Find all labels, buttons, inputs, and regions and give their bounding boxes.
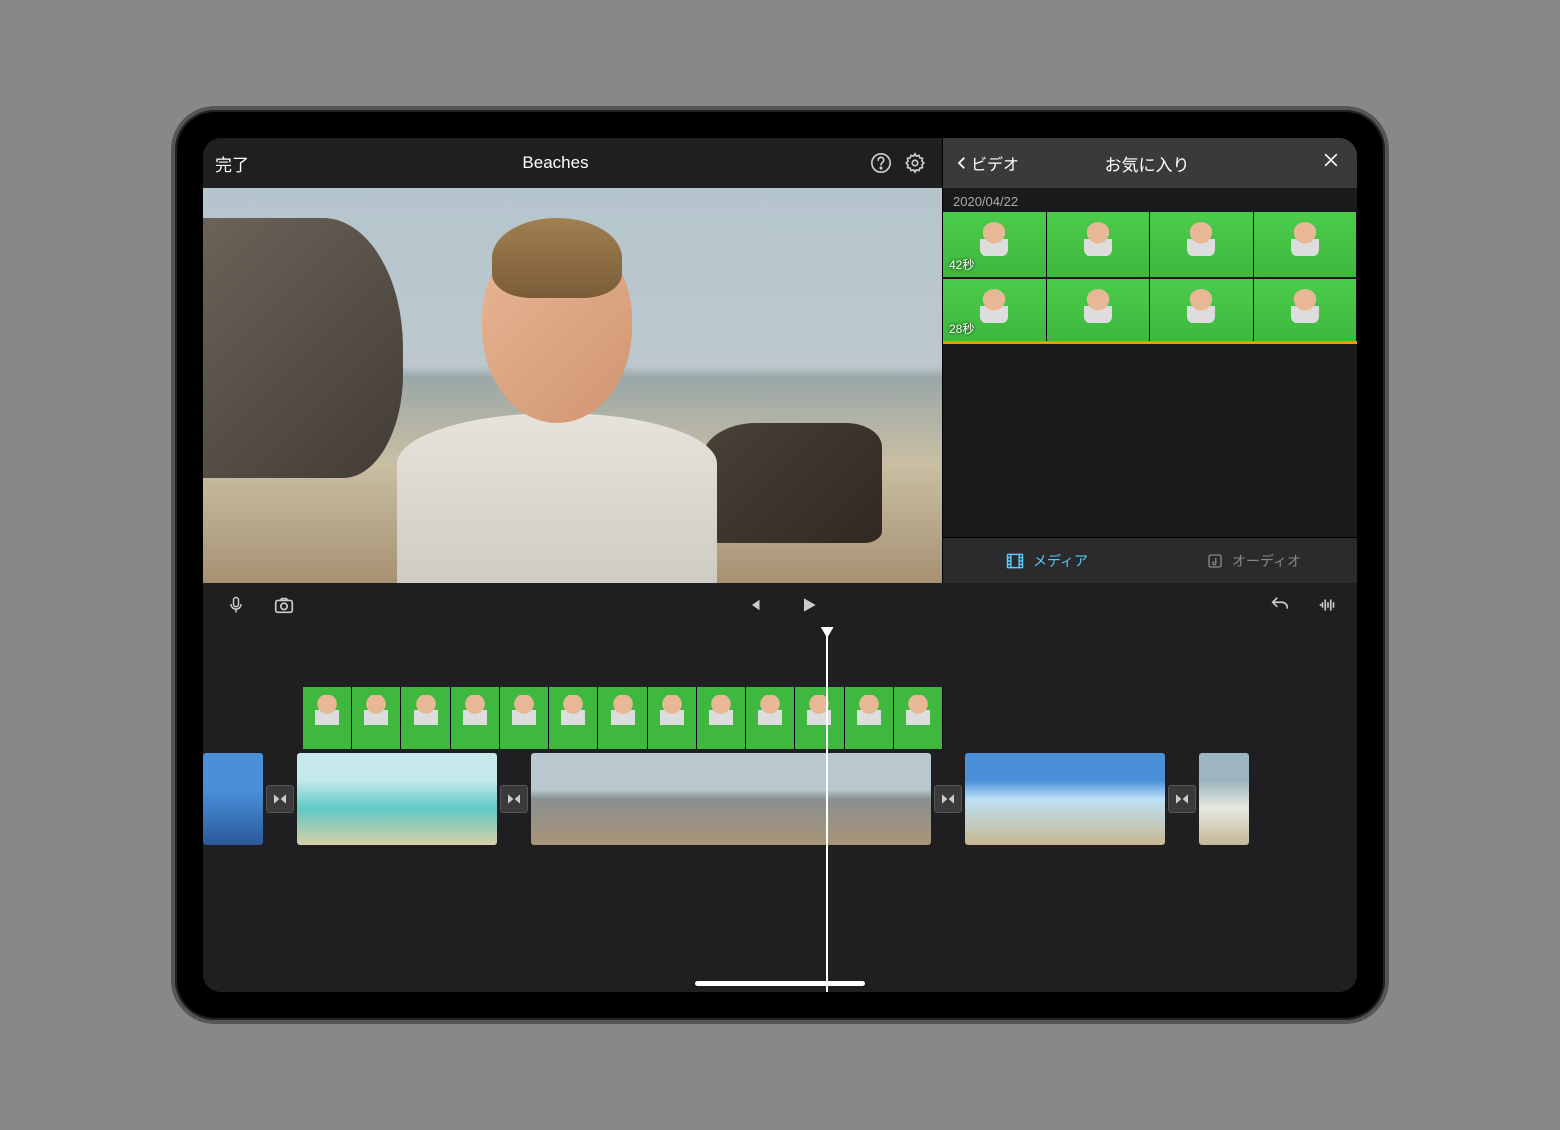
main-video-track[interactable] xyxy=(203,753,1357,845)
music-icon xyxy=(1206,552,1224,570)
media-clip[interactable]: 42秒 xyxy=(943,212,1357,277)
help-icon[interactable] xyxy=(866,148,896,178)
preview-header: 完了 Beaches xyxy=(203,138,942,188)
preview-scenery xyxy=(702,423,882,543)
media-browser: ビデオ お気に入り 2020/04/22 42秒 28秒 xyxy=(942,138,1357,583)
app-screen: 完了 Beaches xyxy=(203,138,1357,992)
timeline-clip[interactable] xyxy=(531,753,931,845)
camera-icon[interactable] xyxy=(269,590,299,620)
timeline-clip[interactable] xyxy=(1199,753,1249,845)
overlay-track[interactable] xyxy=(303,687,943,749)
media-browser-header: ビデオ お気に入り xyxy=(943,138,1357,188)
close-icon[interactable] xyxy=(1315,150,1347,176)
project-title: Beaches xyxy=(249,153,862,173)
transition-icon[interactable] xyxy=(1168,785,1196,813)
transition-icon[interactable] xyxy=(934,785,962,813)
microphone-icon[interactable] xyxy=(221,590,251,620)
tab-audio[interactable]: オーディオ xyxy=(1150,538,1357,583)
tab-media-label: メディア xyxy=(1033,551,1088,571)
preview-scenery xyxy=(203,218,403,478)
media-tabs: メディア オーディオ xyxy=(943,537,1357,583)
tab-audio-label: オーディオ xyxy=(1232,551,1301,571)
preview-subject xyxy=(397,233,717,583)
timeline[interactable] xyxy=(203,627,1357,992)
tab-media[interactable]: メディア xyxy=(943,538,1150,583)
preview-pane: 完了 Beaches xyxy=(203,138,942,583)
media-clip[interactable]: 28秒 xyxy=(943,279,1357,344)
video-preview[interactable] xyxy=(203,188,942,583)
media-browser-title: お気に入り xyxy=(979,151,1315,176)
timeline-clip[interactable] xyxy=(297,753,497,845)
home-indicator[interactable] xyxy=(695,981,865,986)
skip-back-icon[interactable] xyxy=(740,590,770,620)
media-clip-list: 2020/04/22 42秒 28秒 xyxy=(943,188,1357,537)
ipad-device-frame: 完了 Beaches xyxy=(175,110,1385,1020)
timeline-clip[interactable] xyxy=(965,753,1165,845)
clip-duration: 42秒 xyxy=(949,256,974,273)
undo-icon[interactable] xyxy=(1265,590,1295,620)
gear-icon[interactable] xyxy=(900,148,930,178)
done-button[interactable]: 完了 xyxy=(215,151,249,176)
transition-icon[interactable] xyxy=(266,785,294,813)
timeline-toolbar xyxy=(203,583,1357,627)
transition-icon[interactable] xyxy=(500,785,528,813)
waveform-icon[interactable] xyxy=(1313,590,1343,620)
clip-date-label: 2020/04/22 xyxy=(943,188,1357,212)
play-icon[interactable] xyxy=(794,590,824,620)
timeline-clip[interactable] xyxy=(203,753,263,845)
upper-panels: 完了 Beaches xyxy=(203,138,1357,583)
clip-duration: 28秒 xyxy=(949,320,974,337)
film-icon xyxy=(1005,551,1025,571)
playhead[interactable] xyxy=(826,627,828,992)
